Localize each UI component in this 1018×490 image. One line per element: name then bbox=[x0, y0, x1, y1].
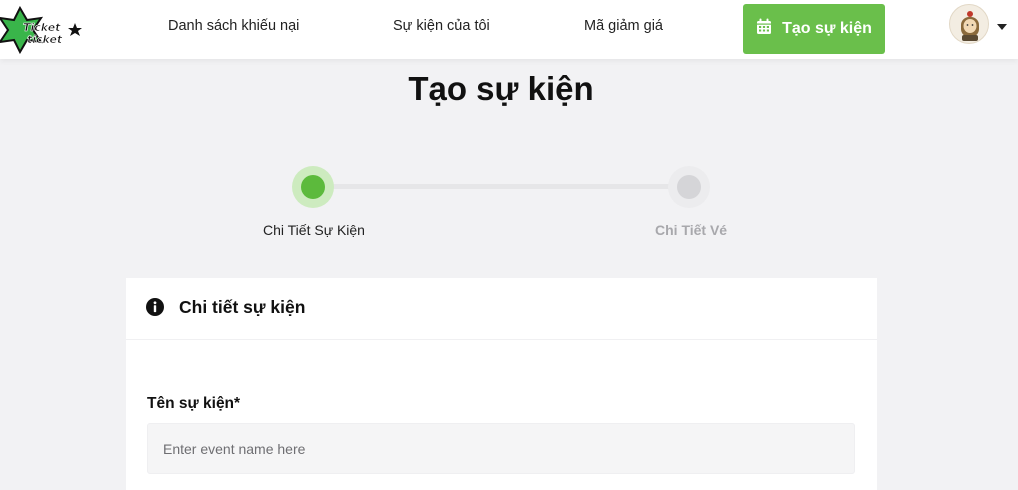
nav-discount-codes[interactable]: Mã giảm giá bbox=[584, 18, 663, 34]
page-title: Tạo sự kiện bbox=[408, 70, 594, 107]
event-details-card: Chi tiết sự kiện Tên sự kiện* bbox=[126, 278, 877, 490]
nav-complaints-list[interactable]: Danh sách khiếu nại bbox=[168, 18, 299, 34]
user-avatar[interactable] bbox=[949, 4, 989, 44]
event-name-input[interactable] bbox=[147, 423, 855, 474]
stepper-track bbox=[313, 184, 689, 189]
step-indicator-ticket-details[interactable] bbox=[668, 166, 710, 208]
step-label-ticket-details: Chi Tiết Vé bbox=[655, 222, 728, 238]
chevron-down-icon[interactable] bbox=[997, 18, 1007, 36]
nav-my-events[interactable]: Sự kiện của tôi bbox=[393, 18, 490, 34]
create-event-button[interactable]: Tạo sự kiện bbox=[743, 4, 885, 54]
calendar-icon bbox=[756, 18, 772, 40]
create-event-button-label: Tạo sự kiện bbox=[782, 20, 872, 37]
event-name-label: Tên sự kiện* bbox=[147, 395, 241, 412]
svg-text:ticket: ticket bbox=[27, 33, 63, 46]
info-icon bbox=[146, 298, 164, 321]
top-navbar: Ticket ticket Danh sách khiếu nại Sự kiệ… bbox=[0, 0, 1018, 59]
step-label-event-details: Chi Tiết Sự Kiện bbox=[263, 222, 365, 238]
section-title: Chi tiết sự kiện bbox=[179, 297, 306, 317]
card-header: Chi tiết sự kiện bbox=[126, 278, 877, 340]
ticket-ticket-logo[interactable]: Ticket ticket bbox=[0, 5, 86, 55]
step-indicator-event-details[interactable] bbox=[292, 166, 334, 208]
